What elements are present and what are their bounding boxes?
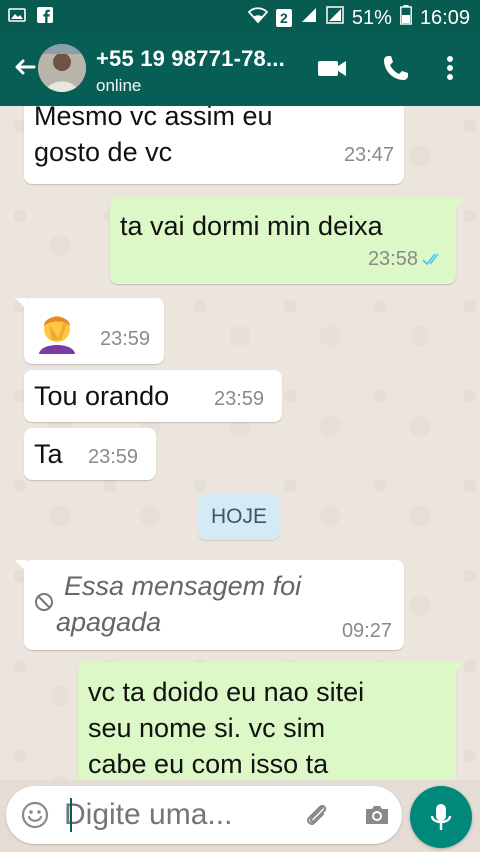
- message-text: gosto de vc: [34, 137, 173, 167]
- contact-status: online: [96, 76, 142, 95]
- message-time: 23:58: [367, 248, 418, 270]
- camera-icon: [366, 806, 388, 824]
- message-composer: [6, 786, 402, 844]
- emoji-button[interactable]: [20, 800, 50, 830]
- more-options-button[interactable]: [434, 52, 466, 84]
- message-text: ta vai dormi min deixa: [120, 211, 383, 241]
- wifi-icon: [247, 6, 269, 30]
- contact-name[interactable]: +55 19 98771-78...: [96, 46, 285, 72]
- message-bubble[interactable]: 23:59: [15, 298, 164, 364]
- avatar[interactable]: [38, 44, 86, 92]
- attach-button[interactable]: [302, 800, 332, 830]
- battery-percent: 51%: [351, 6, 392, 29]
- signal-icon-2: [326, 6, 344, 30]
- message-bubble[interactable]: Ta 23:59: [24, 428, 156, 480]
- message-time: 09:27: [341, 620, 392, 642]
- message-bubble-deleted[interactable]: Essa mensagem foi apagada 09:27: [15, 560, 404, 650]
- arrow-left-icon: [15, 59, 36, 75]
- date-separator: HOJE: [198, 494, 280, 540]
- message-bubble[interactable]: Tou orando 23:59: [24, 370, 282, 422]
- battery-icon: [400, 5, 412, 31]
- message-bubble[interactable]: ta vai dormi min deixa 23:58: [110, 198, 465, 284]
- face-palm-emoji-icon: [39, 316, 75, 354]
- sim-slot-badge: 2: [275, 9, 292, 27]
- message-time: 23:59: [214, 388, 265, 410]
- camera-button[interactable]: [362, 800, 392, 830]
- chat-area[interactable]: Mesmo vc assim eu gosto de vc 23:47 ta v…: [0, 106, 480, 780]
- microphone-icon: [430, 804, 452, 830]
- message-text: Ta: [34, 439, 63, 469]
- phone-icon: [384, 56, 408, 80]
- chat-header: +55 19 98771-78... online: [0, 32, 480, 106]
- paperclip-icon: [307, 804, 327, 825]
- smiley-icon: [21, 801, 49, 829]
- block-icon: [35, 593, 53, 611]
- message-text: vc ta doido eu nao sitei: [88, 677, 365, 707]
- voice-call-button[interactable]: [380, 52, 412, 84]
- message-time: 23:59: [88, 446, 139, 468]
- message-time: 23:47: [343, 144, 394, 166]
- message-time: 23:59: [100, 328, 151, 350]
- clock: 16:09: [419, 6, 470, 29]
- message-input[interactable]: [64, 792, 294, 838]
- message-bubble[interactable]: Mesmo vc assim eu gosto de vc 23:47: [24, 106, 404, 184]
- voice-message-button[interactable]: [410, 786, 472, 848]
- message-text: Mesmo vc assim eu: [34, 106, 273, 131]
- back-button[interactable]: [8, 52, 40, 84]
- message-bubble[interactable]: vc ta doido eu nao sitei seu nome si. vc…: [78, 662, 465, 780]
- message-text: seu nome si. vc sim: [88, 713, 326, 743]
- message-text: Tou orando: [34, 381, 170, 411]
- more-vert-icon: [447, 56, 453, 80]
- video-camera-icon: [318, 61, 346, 76]
- gallery-notification-icon: [8, 6, 26, 24]
- status-bar: 2 51% 16:09: [0, 0, 480, 32]
- facebook-notification-icon: [36, 6, 54, 24]
- signal-icon: [300, 6, 318, 30]
- message-text: Essa mensagem foi: [64, 571, 302, 601]
- text-caret: [70, 798, 72, 832]
- read-ticks-icon: [422, 253, 439, 266]
- message-text: apagada: [56, 607, 162, 637]
- message-text: cabe eu com isso ta: [88, 749, 329, 779]
- video-call-button[interactable]: [316, 52, 348, 84]
